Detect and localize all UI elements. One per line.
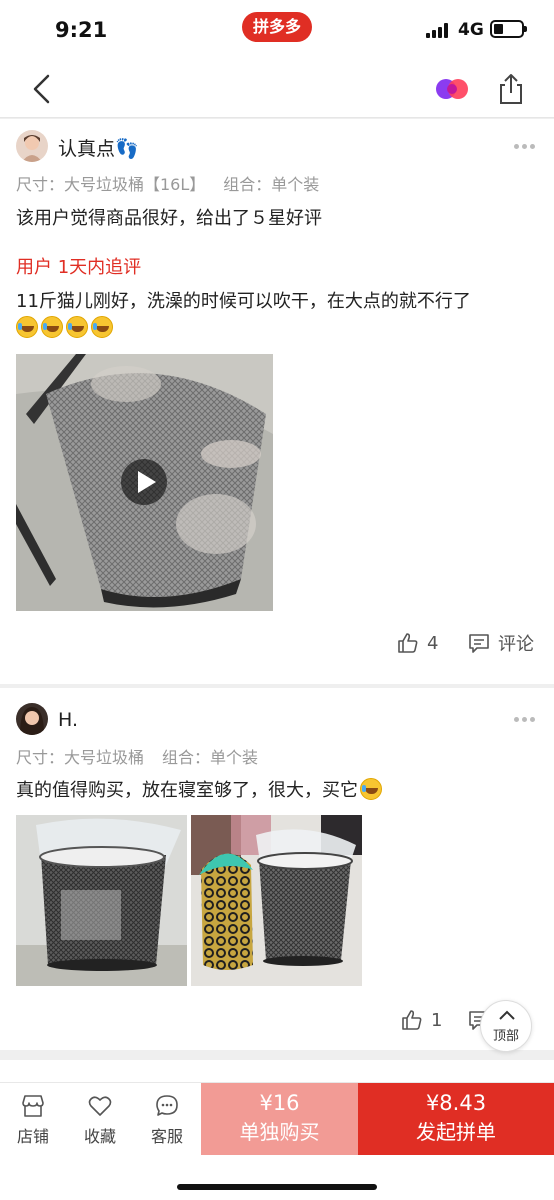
- spec-size: 尺寸：大号垃圾桶【16L】: [16, 175, 206, 194]
- service-label: 客服: [150, 1127, 183, 1146]
- back-arrow-icon[interactable]: [26, 72, 60, 106]
- comment-label: 评论: [498, 634, 534, 655]
- like-count: 4: [427, 632, 439, 654]
- store-label: 店铺: [16, 1127, 49, 1146]
- comment-icon: [469, 634, 489, 653]
- group-label: 发起拼单: [416, 1120, 496, 1144]
- review-actions: 4 评论: [0, 631, 554, 655]
- single-price: ¥16: [259, 1091, 300, 1115]
- group-price: ¥8.43: [425, 1091, 487, 1115]
- brand-logo-icon[interactable]: [434, 76, 470, 102]
- follow-up-text: 11斤猫儿刚好，洗澡的时候可以吹干，在大点的就不行了: [16, 291, 471, 312]
- thumbs-up-icon: [398, 633, 418, 653]
- nav-bar: [0, 60, 554, 118]
- like-button[interactable]: 1: [401, 1008, 442, 1032]
- network-type: 4G: [458, 20, 484, 40]
- status-time: 9:21: [55, 18, 108, 42]
- more-icon[interactable]: [514, 144, 536, 150]
- like-count: 1: [431, 1009, 443, 1031]
- spec-line: 尺寸：大号垃圾桶 组合：单个装: [16, 744, 258, 768]
- spec-size: 尺寸：大号垃圾桶: [16, 748, 145, 767]
- spec-line: 尺寸：大号垃圾桶【16L】 组合：单个装: [16, 171, 319, 195]
- follow-up-label: 用户 1天内追评: [16, 257, 142, 278]
- status-bar: 9:21 拼多多 4G: [0, 0, 554, 60]
- more-icon[interactable]: [514, 717, 536, 723]
- app-badge: 拼多多: [242, 12, 312, 42]
- comment-button[interactable]: 评论: [468, 631, 534, 655]
- review-card: 认真点👣 尺寸：大号垃圾桶【16L】 组合：单个装 该用户觉得商品很好，给出了５星…: [0, 119, 554, 684]
- review-photo[interactable]: [191, 815, 362, 986]
- avatar[interactable]: [16, 130, 48, 162]
- tab-store[interactable]: 店铺: [3, 1093, 63, 1147]
- like-button[interactable]: 4: [397, 631, 438, 655]
- home-indicator: [177, 1184, 377, 1190]
- store-icon: [22, 1095, 44, 1117]
- spec-combo: 组合：单个装: [223, 175, 320, 194]
- laugh-cry-emoji-icon: [360, 778, 382, 800]
- start-group-buy-button[interactable]: ¥8.43 发起拼单: [358, 1083, 554, 1155]
- arrow-up-icon: [499, 1010, 515, 1020]
- back-to-top-button[interactable]: 顶部: [480, 1000, 532, 1052]
- review-text: 真的值得购买，放在寝室够了，很大，买它: [16, 776, 385, 802]
- share-icon[interactable]: [494, 72, 528, 106]
- laugh-cry-emoji-icon: [41, 316, 63, 338]
- avatar[interactable]: [16, 703, 48, 735]
- review-photo[interactable]: [16, 815, 187, 986]
- buy-single-button[interactable]: ¥16 单独购买: [201, 1083, 358, 1155]
- emoji-row: [16, 316, 116, 339]
- review-text: 该用户觉得商品很好，给出了５星好评: [16, 208, 322, 229]
- laugh-cry-emoji-icon: [66, 316, 88, 338]
- customer-service-icon: [156, 1095, 178, 1116]
- tab-service[interactable]: 客服: [137, 1093, 197, 1147]
- review-text-content: 真的值得购买，放在寝室够了，很大，买它: [16, 780, 358, 801]
- review-video[interactable]: [16, 354, 273, 611]
- thumbs-up-icon: [402, 1010, 422, 1030]
- back-to-top-label: 顶部: [492, 1029, 519, 1044]
- bottom-bar: 店铺 收藏 客服 ¥16 单独购买 ¥8.43 发起拼单: [0, 1082, 554, 1200]
- battery-icon: [490, 20, 527, 38]
- signal-icon: [426, 22, 452, 38]
- laugh-cry-emoji-icon: [91, 316, 113, 338]
- laugh-cry-emoji-icon: [16, 316, 38, 338]
- favorite-label: 收藏: [83, 1127, 116, 1146]
- tab-favorite[interactable]: 收藏: [70, 1093, 130, 1147]
- single-label: 单独购买: [239, 1120, 320, 1144]
- spec-combo: 组合：单个装: [162, 748, 259, 767]
- review-card: H. 尺寸：大号垃圾桶 组合：单个装 真的值得购买，放在寝室够了，很大，买它 1: [0, 688, 554, 1050]
- heart-icon: [88, 1096, 112, 1116]
- review-actions: 1: [0, 1008, 554, 1032]
- username[interactable]: H.: [58, 709, 78, 731]
- username[interactable]: 认真点👣: [58, 134, 139, 161]
